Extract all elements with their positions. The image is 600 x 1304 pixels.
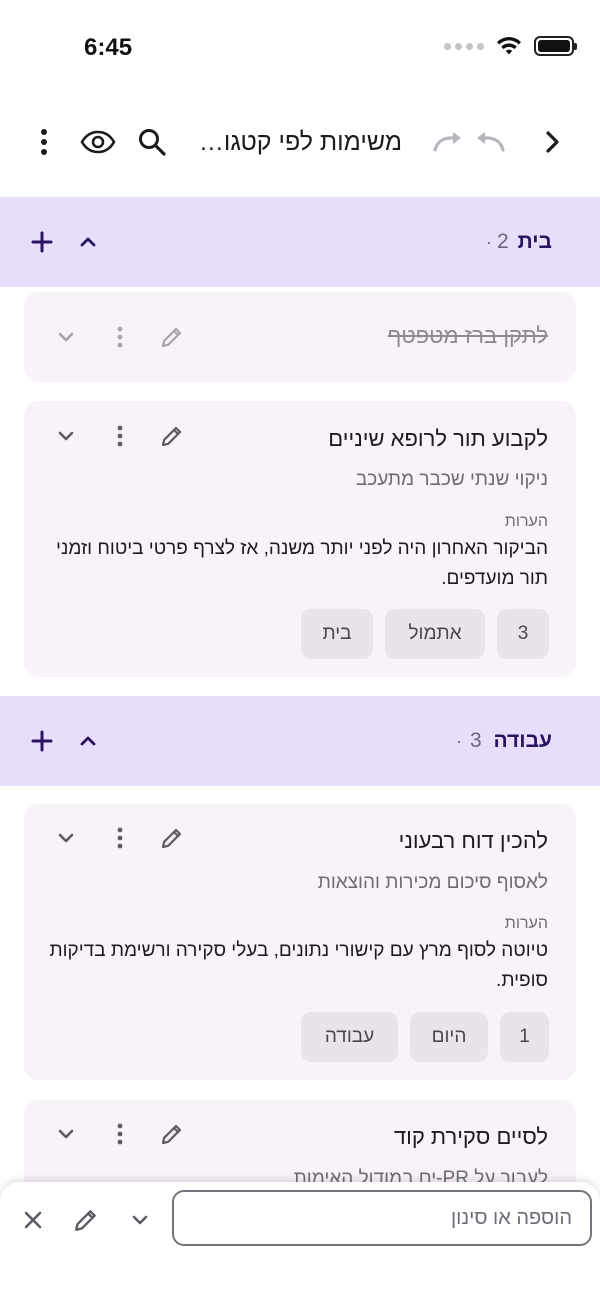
status-time: 6:45: [84, 34, 133, 61]
chevron-down-icon[interactable]: [46, 1114, 86, 1154]
date-chip[interactable]: היום: [410, 1012, 488, 1062]
category-chip[interactable]: עבודה: [301, 1012, 398, 1062]
page-title: משימות לפי קטגוריה: [192, 128, 402, 156]
search-icon[interactable]: [130, 120, 174, 164]
bottom-input-bar: [0, 1182, 600, 1304]
status-icons: [444, 36, 577, 56]
date-chip[interactable]: אתמול: [385, 609, 485, 659]
task-notes: הביקור האחרון היה לפני יותר משנה, אז לצר…: [56, 538, 548, 589]
chevron-down-icon[interactable]: [46, 317, 86, 357]
group-separator: ·: [456, 731, 462, 751]
edit-icon[interactable]: [64, 1198, 108, 1242]
group-header-home[interactable]: · 2 בית: [0, 197, 600, 287]
add-icon[interactable]: [20, 719, 64, 763]
more-vertical-icon[interactable]: [100, 1114, 140, 1154]
cellular-signal-icon: [444, 42, 484, 50]
chevron-down-icon[interactable]: [118, 1198, 162, 1242]
more-vertical-icon[interactable]: [100, 818, 140, 858]
more-vertical-icon[interactable]: [22, 120, 66, 164]
notes-label: הערות: [504, 915, 548, 932]
chevron-up-icon[interactable]: [66, 220, 110, 264]
undo-icon[interactable]: [468, 120, 512, 164]
group-name: עבודה: [493, 729, 552, 752]
close-icon[interactable]: [11, 1198, 55, 1242]
group-count: 3: [470, 729, 482, 752]
category-chip[interactable]: בית: [301, 609, 373, 659]
task-card[interactable]: לתקן ברז מטפטף: [24, 292, 576, 382]
task-card[interactable]: לקבוע תור לרופא שיניים ניקוי שנתי שכבר מ…: [24, 401, 576, 677]
edit-icon[interactable]: [152, 1114, 192, 1154]
add-icon[interactable]: [20, 220, 64, 264]
task-subtitle: ניקוי שנתי שכבר מתעכב: [355, 469, 548, 490]
task-notes: טיוטה לסוף מרץ עם קישורי נתונים, בעלי סק…: [49, 940, 548, 991]
notes-label: הערות: [504, 513, 548, 530]
task-subtitle: לאסוף סיכום מכירות והוצאות: [317, 872, 548, 893]
redo-icon[interactable]: [426, 120, 470, 164]
task-title: לסיים סקירת קוד: [393, 1124, 548, 1149]
wifi-icon: [497, 37, 521, 55]
group-name: בית: [517, 230, 552, 253]
edit-icon[interactable]: [152, 317, 192, 357]
priority-chip[interactable]: 3: [497, 609, 549, 659]
add-or-filter-input[interactable]: [172, 1190, 592, 1246]
task-title: לקבוע תור לרופא שיניים: [328, 426, 548, 451]
edit-icon[interactable]: [152, 416, 192, 456]
more-vertical-icon[interactable]: [100, 416, 140, 456]
eye-icon[interactable]: [76, 120, 120, 164]
priority-chip[interactable]: 1: [500, 1012, 549, 1062]
chevron-right-icon[interactable]: [530, 120, 574, 164]
battery-icon: [534, 36, 577, 56]
group-header-work[interactable]: · 3 עבודה: [0, 696, 600, 786]
chevron-up-icon[interactable]: [66, 719, 110, 763]
task-title: לתקן ברז מטפטף: [387, 323, 548, 348]
task-card[interactable]: להכין דוח רבעוני לאסוף סיכום מכירות והוצ…: [24, 804, 576, 1080]
group-count: 2: [497, 230, 509, 253]
more-vertical-icon[interactable]: [100, 317, 140, 357]
app-bar: משימות לפי קטגוריה: [0, 100, 600, 184]
task-title: להכין דוח רבעוני: [398, 828, 548, 853]
edit-icon[interactable]: [152, 818, 192, 858]
group-separator: ·: [486, 232, 492, 252]
chevron-down-icon[interactable]: [46, 416, 86, 456]
status-bar: 6:45: [0, 0, 600, 96]
chevron-down-icon[interactable]: [46, 818, 86, 858]
